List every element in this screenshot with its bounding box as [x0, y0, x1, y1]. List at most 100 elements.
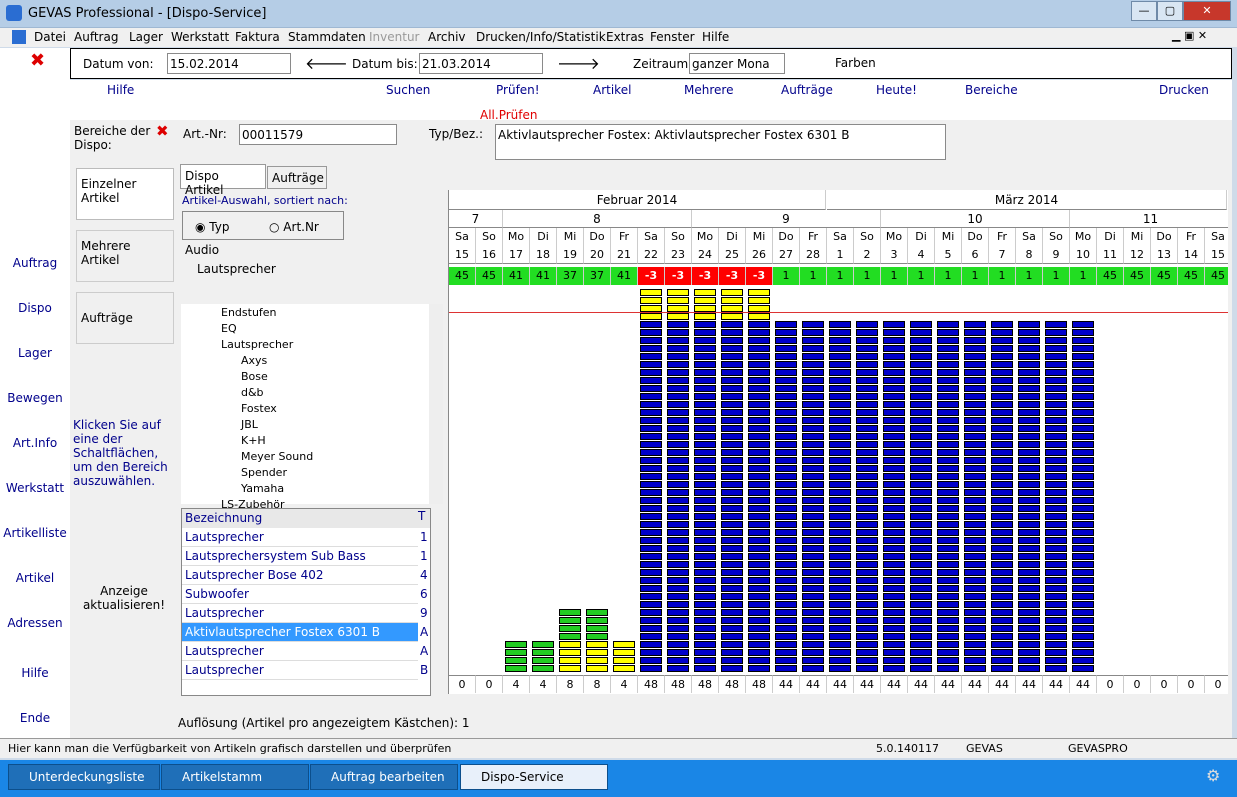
arrow-right-icon[interactable]: 🡒	[557, 53, 600, 73]
menu-faktura[interactable]: Faktura	[235, 30, 280, 44]
list-row[interactable]: Lautsprecher	[182, 642, 418, 661]
nav-lager[interactable]: Lager	[0, 346, 70, 360]
stock-block	[694, 521, 716, 528]
list-header-name[interactable]: Bezeichnung	[182, 509, 418, 528]
tree-node[interactable]: Lautsprecher	[221, 338, 293, 351]
multiple-articles-button[interactable]: Mehrere Artikel	[76, 230, 174, 282]
stock-block	[964, 529, 986, 536]
list-row[interactable]: Lautsprecher	[182, 604, 418, 623]
list-row[interactable]: Lautsprechersystem Sub Bass	[182, 547, 418, 566]
nav-artinfo[interactable]: Art.Info	[0, 436, 70, 450]
stock-block	[829, 345, 851, 352]
nav-auftrag[interactable]: Auftrag	[0, 256, 70, 270]
stock-block	[883, 481, 905, 488]
menu-fenster[interactable]: Fenster	[650, 30, 695, 44]
stock-block	[1045, 545, 1067, 552]
nav-ende[interactable]: Ende	[0, 711, 70, 725]
menu-datei[interactable]: Datei	[34, 30, 66, 44]
nav-adressen[interactable]: Adressen	[0, 616, 70, 630]
tab-dispo-artikel[interactable]: Dispo Artikel	[180, 164, 266, 197]
menu-drucken[interactable]: Drucken/Info/Statistik	[476, 30, 606, 44]
stock-block	[964, 537, 986, 544]
tree-node[interactable]: K+H	[241, 434, 266, 447]
drucken-button[interactable]: Drucken	[1159, 83, 1209, 97]
tree-node[interactable]: Meyer Sound	[241, 450, 313, 463]
tree-scrollbar[interactable]	[429, 304, 443, 504]
task-dispo-service[interactable]: Dispo-Service	[460, 764, 608, 790]
tree-node[interactable]: Axys	[241, 354, 267, 367]
menu-archiv[interactable]: Archiv	[428, 30, 466, 44]
list-header-type[interactable]: T	[418, 509, 430, 528]
orders-button[interactable]: Aufträge	[76, 292, 174, 344]
nav-artikel[interactable]: Artikel	[0, 571, 70, 585]
settings-icon[interactable]: ⚙	[1206, 766, 1220, 785]
hilfe-button[interactable]: Hilfe	[107, 83, 134, 97]
total-cell: 44	[854, 675, 881, 693]
heute-button[interactable]: Heute!	[876, 83, 917, 97]
menu-hilfe[interactable]: Hilfe	[702, 30, 729, 44]
list-row[interactable]: Lautsprecher	[182, 661, 418, 680]
tree-node[interactable]: Spender	[241, 466, 287, 479]
tree-node[interactable]: Endstufen	[221, 306, 277, 319]
sort-artnr-radio[interactable]: ○ Art.Nr	[269, 220, 319, 234]
stock-block	[937, 337, 959, 344]
availability-cell: 1	[1016, 267, 1043, 285]
colors-menu[interactable]: Farben	[835, 56, 876, 70]
mdi-controls[interactable]: ▁ ▣ ✕	[1172, 29, 1207, 42]
task-auftrag-bearbeiten[interactable]: Auftrag bearbeiten	[310, 764, 458, 790]
artikel-button[interactable]: Artikel	[593, 83, 631, 97]
range-select[interactable]: ganzer Mona	[689, 53, 785, 74]
nav-bewegen[interactable]: Bewegen	[0, 391, 70, 405]
bereiche-button[interactable]: Bereiche	[965, 83, 1018, 97]
stock-block	[991, 353, 1013, 360]
list-row[interactable]: Lautsprecher	[182, 528, 418, 547]
stock-block	[1018, 433, 1040, 440]
list-row[interactable]: Aktivlautsprecher Fostex 6301 B	[182, 623, 418, 642]
stock-block	[910, 489, 932, 496]
tab-auftraege[interactable]: Aufträge	[267, 166, 327, 189]
task-artikelstamm[interactable]: Artikelstamm	[161, 764, 309, 790]
close-icon[interactable]: ✖	[30, 50, 45, 71]
stock-block	[829, 577, 851, 584]
tree-node[interactable]: JBL	[241, 418, 258, 431]
nav-werkstatt[interactable]: Werkstatt	[0, 481, 70, 495]
article-nr-field[interactable]: 00011579	[239, 124, 397, 145]
tree-node[interactable]: d&b	[241, 386, 264, 399]
menu-auftrag[interactable]: Auftrag	[74, 30, 118, 44]
list-row[interactable]: Subwoofer	[182, 585, 418, 604]
menu-extras[interactable]: Extras	[606, 30, 644, 44]
tree-node[interactable]: EQ	[221, 322, 237, 335]
nav-dispo[interactable]: Dispo	[0, 301, 70, 315]
article-desc-field[interactable]: Aktivlautsprecher Fostex: Aktivlautsprec…	[495, 124, 946, 160]
availability-cell: 37	[557, 267, 584, 285]
stock-block	[937, 609, 959, 616]
nav-hilfe[interactable]: Hilfe	[0, 666, 70, 680]
stock-block	[856, 529, 878, 536]
date-from-field[interactable]: 15.02.2014	[167, 53, 291, 74]
mehrere-button[interactable]: Mehrere	[684, 83, 733, 97]
minimize-button[interactable]: —	[1131, 1, 1157, 21]
week-header: 8	[503, 210, 692, 228]
stock-block	[775, 505, 797, 512]
maximize-button[interactable]: ▢	[1157, 1, 1183, 21]
availability-cell: 45	[449, 267, 476, 285]
menu-werkstatt[interactable]: Werkstatt	[171, 30, 229, 44]
suchen-button[interactable]: Suchen	[386, 83, 430, 97]
tree-node[interactable]: Yamaha	[241, 482, 284, 495]
date-to-field[interactable]: 21.03.2014	[419, 53, 543, 74]
close-areas-icon[interactable]: ✖	[156, 122, 169, 140]
auftraege-button[interactable]: Aufträge	[781, 83, 833, 97]
nav-artikelliste[interactable]: Artikelliste	[0, 526, 70, 540]
tree-node[interactable]: Fostex	[241, 402, 277, 415]
refresh-button[interactable]: Anzeige aktualisieren!	[74, 584, 174, 612]
single-article-button[interactable]: Einzelner Artikel	[76, 168, 174, 220]
task-unterdeckungsliste[interactable]: Unterdeckungsliste	[8, 764, 160, 790]
sort-typ-radio[interactable]: ◉ Typ	[195, 220, 229, 234]
pruefen-button[interactable]: Prüfen!	[496, 83, 540, 97]
menu-stammdaten[interactable]: Stammdaten	[288, 30, 366, 44]
list-row[interactable]: Lautsprecher Bose 402	[182, 566, 418, 585]
close-button[interactable]: ✕	[1183, 1, 1231, 21]
tree-node[interactable]: Bose	[241, 370, 268, 383]
arrow-left-icon[interactable]: 🡐	[305, 53, 348, 73]
menu-lager[interactable]: Lager	[129, 30, 163, 44]
